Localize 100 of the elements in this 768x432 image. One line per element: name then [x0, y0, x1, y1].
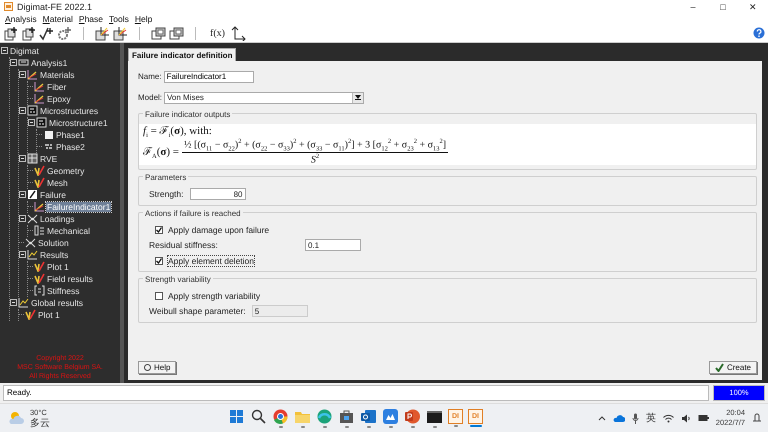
windows-icon[interactable] [151, 26, 166, 41]
structure-icon [36, 117, 47, 128]
tree-item[interactable]: RVE [39, 154, 58, 164]
document-plus-icon[interactable] [3, 26, 18, 41]
expand-toggle[interactable] [19, 71, 26, 78]
search-icon[interactable] [250, 408, 267, 426]
expand-toggle[interactable] [19, 215, 26, 222]
model-dropdown[interactable]: Von Mises [164, 92, 364, 104]
tree-item[interactable]: Epoxy [46, 94, 72, 104]
formula-text: f$_{i}$ = ℱ$_{i}$(σ), with: [143, 124, 213, 138]
bag-icon[interactable] [338, 408, 355, 426]
graph-icon [27, 249, 38, 260]
help-button[interactable]: Help [138, 361, 176, 374]
weather-text: 多云 [30, 418, 50, 430]
tree-item[interactable]: Analysis1 [30, 58, 68, 68]
mail-icon[interactable] [360, 408, 377, 426]
checkbox-label[interactable]: Apply element deletion [168, 256, 254, 266]
tree-item[interactable]: Stiffness [46, 286, 80, 296]
input-field[interactable]: 80 [190, 188, 246, 200]
group-title: Strength variability [143, 275, 213, 284]
tree-item[interactable]: Microstructures [39, 106, 100, 116]
checkbox[interactable] [155, 256, 163, 265]
tree-item[interactable]: FailureIndicator1 [46, 202, 112, 212]
checkbox-label[interactable]: Apply damage upon failure [168, 224, 270, 235]
expand-toggle[interactable] [19, 191, 26, 198]
menu-item[interactable]: Phase [76, 14, 106, 24]
graph-icon [18, 297, 29, 308]
expand-toggle[interactable] [1, 47, 8, 54]
group-title: Failure indicator outputs [143, 110, 232, 119]
tree-item[interactable]: Field results [46, 274, 94, 284]
window-title: Digimat-FE 2022.1 [17, 2, 94, 12]
name-field[interactable]: FailureIndicator1 [164, 70, 254, 83]
checkbox-label[interactable]: Apply strength variability [168, 290, 260, 301]
check-mark-icon [34, 261, 45, 272]
tree-item[interactable]: Results [39, 250, 70, 260]
speaker-icon[interactable] [680, 414, 691, 423]
function-button[interactable]: f(x) [207, 28, 228, 39]
check-plus-icon[interactable] [39, 26, 54, 41]
check-mark-icon [156, 226, 162, 233]
tree-item[interactable]: Solution [37, 238, 70, 248]
ring-icon[interactable] [272, 408, 289, 426]
running-indicator [454, 425, 458, 428]
chevron-up-icon[interactable] [598, 415, 606, 422]
wifi-icon[interactable] [662, 414, 674, 423]
tree-item[interactable]: Mechanical [46, 226, 91, 236]
tree-item[interactable]: Digimat [9, 46, 40, 56]
windows-icon[interactable] [169, 26, 184, 41]
menu-item[interactable]: Material [40, 14, 76, 24]
tree-item[interactable]: Microstructure1 [48, 118, 109, 128]
axes-icon[interactable] [231, 26, 246, 41]
slides-icon[interactable] [404, 408, 421, 426]
tree-item[interactable]: Loadings [39, 214, 76, 224]
expand-toggle[interactable] [10, 59, 17, 66]
tree-item[interactable]: Mesh [46, 178, 69, 188]
checkbox[interactable] [155, 226, 163, 234]
chart-icon [34, 81, 45, 92]
check-mark-icon [25, 309, 36, 320]
battery-icon[interactable] [698, 414, 709, 422]
tree-item[interactable]: Phase1 [55, 130, 86, 140]
tree-item[interactable]: Materials [39, 70, 76, 80]
tree-item[interactable]: Global results [30, 298, 84, 308]
wave-icon[interactable] [316, 408, 333, 426]
document-plus-icon[interactable] [21, 26, 36, 41]
running-indicator [388, 426, 392, 428]
tree-item[interactable]: Fiber [46, 82, 68, 92]
field-label: Residual stiffness: [149, 240, 219, 250]
help-icon[interactable] [753, 27, 765, 40]
expand-toggle[interactable] [19, 155, 26, 162]
grid-icon [27, 153, 38, 164]
check-mark-icon [714, 363, 724, 372]
input-method-button[interactable]: 英 [646, 411, 656, 426]
formula-text: S$^{2}$ [310, 152, 320, 166]
document-chart-icon[interactable] [113, 26, 128, 41]
expand-toggle[interactable] [19, 107, 26, 114]
tree-item[interactable]: Geometry [46, 166, 86, 176]
microphone-icon[interactable] [632, 412, 639, 424]
chart-icon [27, 69, 38, 80]
tab[interactable]: Failure indicator definition [128, 48, 236, 61]
document-chart-icon[interactable] [95, 26, 110, 41]
tree-item[interactable]: Phase2 [55, 142, 86, 152]
minimize-button[interactable]: – [678, 2, 708, 12]
tree-item[interactable]: Plot 1 [37, 310, 61, 320]
expand-toggle[interactable] [19, 251, 26, 258]
menu-item[interactable]: Help [132, 14, 156, 24]
expand-toggle[interactable] [28, 119, 35, 126]
expand-toggle[interactable] [10, 299, 17, 306]
terminal-icon[interactable] [426, 408, 443, 426]
tree-item[interactable]: Plot 1 [46, 262, 70, 272]
maximize-button[interactable]: □ [708, 2, 738, 12]
chart-icon [34, 93, 45, 104]
menu-item[interactable]: Tools [106, 14, 132, 24]
checkbox[interactable] [155, 292, 163, 300]
create-button[interactable]: Create [708, 361, 757, 374]
close-button[interactable]: ✕ [738, 2, 768, 12]
status-text: Ready. [3, 385, 709, 402]
input-field[interactable]: 0.1 [305, 239, 361, 252]
check-mark-icon [34, 177, 45, 188]
formula-text: ½ [(σ$_{11}$ − σ$_{22}$)$^{2}$ + (σ$_{22}$ − σ$_{33}$)$^{2}$ + (σ$_{33}$ − σ$_{11}$)$^{2}$] + 3 [σ$_{12}$$^{2}$ + σ$_{23}$$^{2}$ + σ$_{13}$$^{2}$] [182, 138, 448, 153]
menu-item[interactable]: Analysis [2, 14, 40, 24]
tree-item[interactable]: Failure [39, 190, 67, 200]
